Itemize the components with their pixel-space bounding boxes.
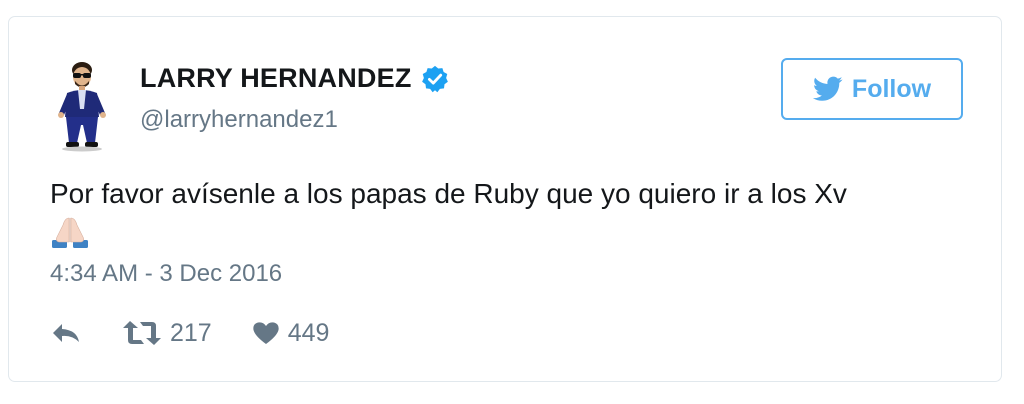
author-name[interactable]: LARRY HERNANDEZ <box>140 63 412 94</box>
like-button[interactable]: 449 <box>252 318 330 348</box>
author-handle[interactable]: @larryhernandez1 <box>140 106 338 134</box>
avatar[interactable] <box>49 57 115 153</box>
retweet-button[interactable]: 217 <box>122 319 212 348</box>
twitter-bird-icon <box>812 76 843 101</box>
retweet-count: 217 <box>170 318 212 347</box>
verified-badge-icon <box>421 65 448 92</box>
follow-button-label: Follow <box>851 74 932 103</box>
reply-icon <box>53 324 79 342</box>
tweet-actions: 217 449 <box>50 316 329 350</box>
tweet-timestamp[interactable]: 4:34 AM - 3 Dec 2016 <box>50 260 282 288</box>
tweet-body: Por favor avísenle a los papas de Ruby q… <box>50 178 847 209</box>
heart-icon <box>253 322 279 344</box>
author-name-row: LARRY HERNANDEZ <box>140 63 450 94</box>
avatar-figure-icon <box>58 62 106 152</box>
like-count: 449 <box>287 318 330 347</box>
tweet-card: LARRY HERNANDEZ @larryhernandez1 Follow … <box>8 16 1002 382</box>
tweet-text: Por favor avísenle a los papas de Ruby q… <box>50 174 980 254</box>
reply-button[interactable] <box>50 322 82 344</box>
folded-hands-icon <box>52 217 88 248</box>
retweet-icon <box>123 321 161 345</box>
follow-button[interactable]: Follow <box>781 58 963 120</box>
